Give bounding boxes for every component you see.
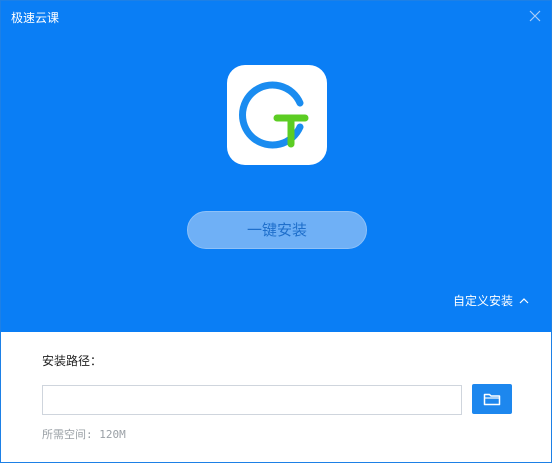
close-icon bbox=[529, 10, 541, 22]
close-button[interactable] bbox=[525, 6, 545, 26]
install-path-label: 安装路径： bbox=[42, 354, 103, 368]
installer-header: 极速云课 一键安装 自定义安装 bbox=[1, 1, 551, 332]
browse-folder-button[interactable] bbox=[472, 384, 512, 414]
window-title: 极速云课 bbox=[11, 11, 60, 25]
custom-install-label: 自定义安装 bbox=[453, 294, 514, 308]
install-path-input[interactable] bbox=[42, 385, 462, 415]
folder-icon bbox=[483, 393, 501, 406]
custom-install-toggle[interactable]: 自定义安装 bbox=[453, 293, 529, 309]
app-logo bbox=[227, 65, 327, 165]
one-click-install-button[interactable]: 一键安装 bbox=[187, 211, 367, 249]
app-logo-icon bbox=[239, 81, 309, 149]
required-space-text: 所需空间: 120M bbox=[42, 428, 126, 441]
installer-window: 极速云课 一键安装 自定义安装 安装路径： 所需空间: 120M bbox=[0, 0, 552, 463]
chevron-up-icon bbox=[519, 293, 529, 309]
